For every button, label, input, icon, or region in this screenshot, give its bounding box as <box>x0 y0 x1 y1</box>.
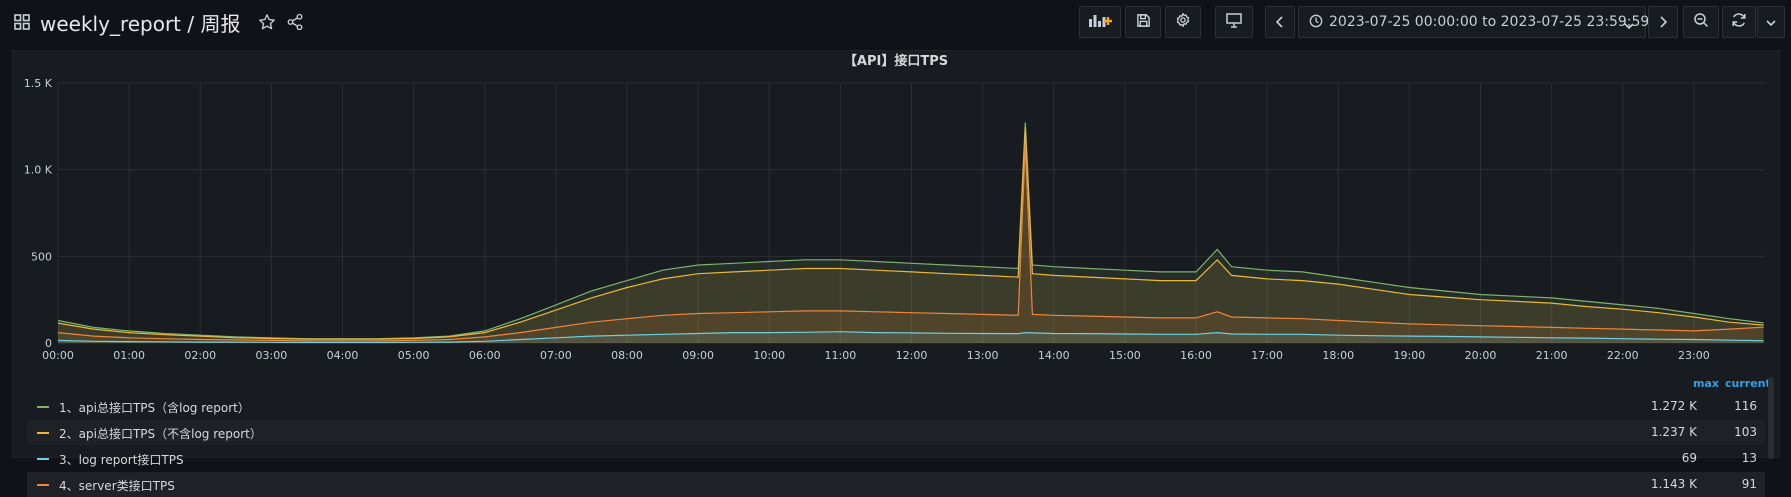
x-tick-label: 00:00 <box>42 349 74 362</box>
x-tick-label: 20:00 <box>1465 349 1497 362</box>
legend-item-name: 1、api总接口TPS（含log report） <box>59 401 250 415</box>
share-icon[interactable] <box>286 13 304 31</box>
chevron-right-icon <box>1658 13 1668 32</box>
legend-header-current[interactable]: current <box>1725 377 1771 390</box>
x-tick-label: 18:00 <box>1322 349 1354 362</box>
legend-item-current: 91 <box>1741 477 1757 491</box>
chevron-down-icon <box>1765 13 1777 32</box>
x-tick-label: 06:00 <box>469 349 501 362</box>
add-panel-button[interactable] <box>1079 6 1121 38</box>
legend-item[interactable]: 2、api总接口TPS（不含log report） 1.237 K 103 <box>27 420 1765 445</box>
time-shift-forward-button[interactable] <box>1648 6 1678 38</box>
legend-item-max: 1.237 K <box>1650 425 1697 439</box>
x-tick-label: 10:00 <box>753 349 785 362</box>
clock-icon <box>1309 13 1323 32</box>
legend-item[interactable]: 3、log report接口TPS 69 13 <box>27 446 1765 471</box>
legend-item[interactable]: 4、server类接口TPS 1.143 K 91 <box>27 472 1765 497</box>
view-mode-button[interactable] <box>1215 6 1253 38</box>
x-tick-label: 11:00 <box>825 349 857 362</box>
time-range-picker[interactable]: 2023-07-25 00:00:00 to 2023-07-25 23:59:… <box>1298 6 1650 38</box>
dashboard-header: weekly_report / 周报 <box>14 8 304 36</box>
chevron-down-icon <box>1623 16 1635 35</box>
y-tick-label: 500 <box>31 250 52 263</box>
x-tick-label: 04:00 <box>327 349 359 362</box>
top-bar: weekly_report / 周报 2023-07-25 00:00:00 t… <box>0 0 1791 44</box>
legend-item-name: 4、server类接口TPS <box>59 479 175 493</box>
legend-item-current: 103 <box>1734 425 1757 439</box>
x-tick-label: 19:00 <box>1394 349 1426 362</box>
zoom-out-button[interactable] <box>1683 6 1719 38</box>
legend-item-name: 2、api总接口TPS（不含log report） <box>59 427 262 441</box>
save-icon <box>1136 13 1151 32</box>
time-shift-back-button[interactable] <box>1265 6 1295 38</box>
legend-swatch <box>37 484 49 486</box>
x-tick-label: 07:00 <box>540 349 572 362</box>
tps-panel: 【API】接口TPS 0 500 1.0 K 1.5 K 00:00 01:00 02:00… <box>12 50 1780 497</box>
x-tick-label: 01:00 <box>113 349 145 362</box>
y-tick-label: 1.0 K <box>24 164 53 177</box>
legend-item-max: 69 <box>1681 451 1697 465</box>
x-tick-label: 13:00 <box>967 349 999 362</box>
legend-item-max: 1.143 K <box>1650 477 1697 491</box>
legend-item-current: 13 <box>1741 451 1757 465</box>
x-tick-label: 23:00 <box>1678 349 1710 362</box>
x-tick-label: 15:00 <box>1109 349 1141 362</box>
legend-swatch <box>37 458 49 460</box>
legend-swatch <box>37 406 49 408</box>
x-tick-label: 09:00 <box>682 349 714 362</box>
star-icon[interactable] <box>258 13 276 31</box>
y-tick-label: 1.5 K <box>24 77 53 90</box>
tps-area-chart[interactable]: 05001.0 K1.5 K00:00 01:00 02:00 03:00 04:00 0… <box>13 75 1779 365</box>
refresh-icon <box>1731 12 1747 32</box>
add-panel-icon <box>1088 12 1112 32</box>
monitor-icon <box>1226 12 1242 32</box>
legend-swatch <box>37 432 49 434</box>
zoom-out-icon <box>1693 12 1709 32</box>
x-tick-label: 08:00 <box>611 349 643 362</box>
x-tick-label: 14:00 <box>1038 349 1070 362</box>
x-tick-label: 02:00 <box>184 349 216 362</box>
legend-item-max: 1.272 K <box>1650 399 1697 413</box>
panel-title[interactable]: 【API】接口TPS <box>13 51 1779 71</box>
dashboard-grid-icon[interactable] <box>14 14 30 30</box>
legend-item-current: 116 <box>1734 399 1757 413</box>
refresh-button[interactable] <box>1722 6 1756 38</box>
refresh-interval-dropdown[interactable] <box>1757 6 1785 38</box>
series-area <box>58 128 1764 343</box>
x-tick-label: 22:00 <box>1607 349 1639 362</box>
save-dashboard-button[interactable] <box>1125 6 1161 38</box>
x-tick-label: 03:00 <box>256 349 288 362</box>
time-range-label: 2023-07-25 00:00:00 to 2023-07-25 23:59:… <box>1329 14 1650 30</box>
chevron-left-icon <box>1275 13 1285 32</box>
gear-icon <box>1175 12 1191 32</box>
legend-scrollbar[interactable] <box>1768 377 1774 459</box>
x-tick-label: 05:00 <box>398 349 430 362</box>
x-tick-label: 21:00 <box>1536 349 1568 362</box>
x-tick-label: 12:00 <box>896 349 928 362</box>
dashboard-title[interactable]: weekly_report / 周报 <box>40 8 240 37</box>
x-tick-label: 17:00 <box>1251 349 1283 362</box>
legend-header-max[interactable]: max <box>1693 377 1719 390</box>
legend-item-name: 3、log report接口TPS <box>59 453 184 467</box>
legend-item[interactable]: 1、api总接口TPS（含log report） 1.272 K 116 <box>27 394 1765 419</box>
x-tick-label: 16:00 <box>1180 349 1212 362</box>
dashboard-settings-button[interactable] <box>1165 6 1201 38</box>
